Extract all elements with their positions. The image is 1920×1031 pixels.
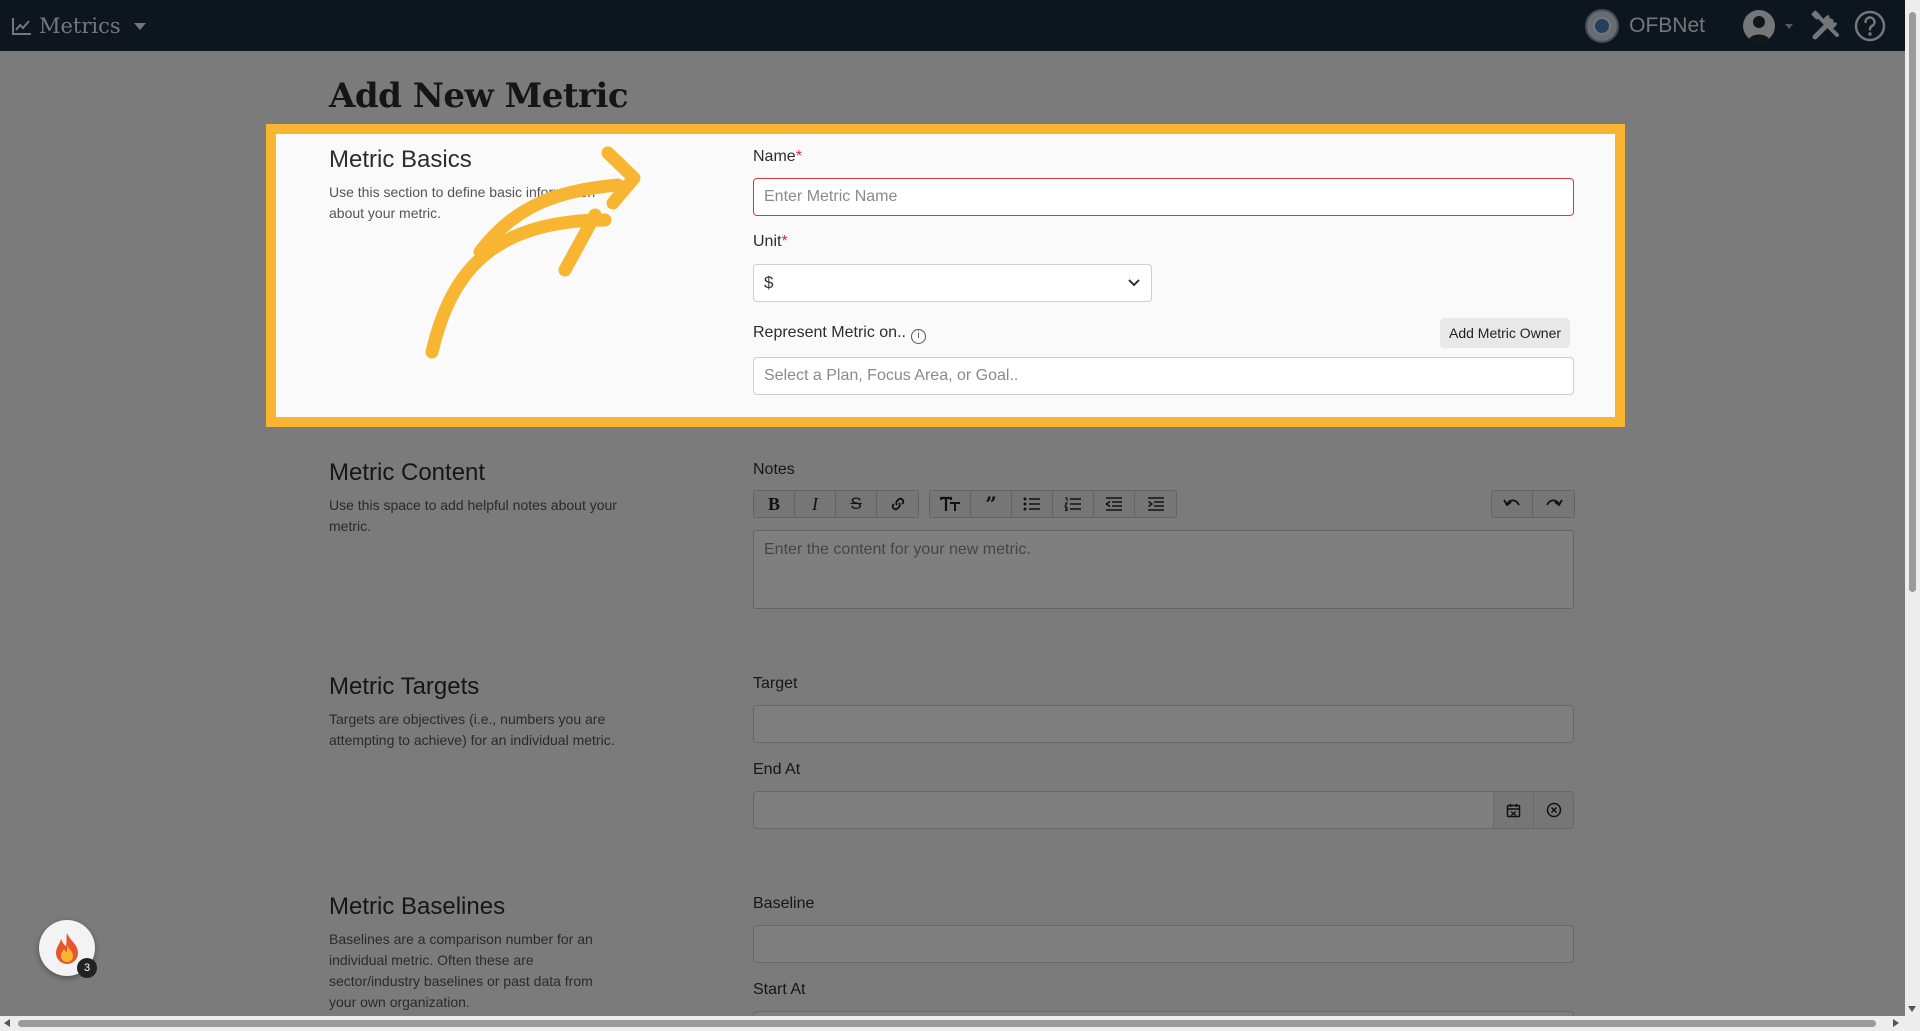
indent-icon bbox=[1147, 497, 1164, 511]
line-chart-icon bbox=[12, 18, 31, 35]
name-label: Name* bbox=[753, 148, 802, 166]
org-logo[interactable] bbox=[1585, 9, 1620, 43]
org-badge-icon bbox=[1593, 17, 1612, 35]
info-icon[interactable]: i bbox=[910, 329, 926, 344]
baseline-label: Baseline bbox=[753, 895, 815, 912]
section-title-content: Metric Content bbox=[329, 459, 486, 486]
vertical-scrollbar-thumb[interactable] bbox=[1909, 12, 1916, 592]
quote-button[interactable]: ” bbox=[971, 491, 1012, 517]
section-desc-content: Use this space to add helpful notes abou… bbox=[329, 497, 617, 534]
scroll-right-arrow-icon[interactable] bbox=[1893, 1019, 1899, 1027]
italic-button[interactable]: I bbox=[795, 491, 836, 517]
start-at-label: Start At bbox=[753, 981, 806, 998]
required-mark: * bbox=[781, 233, 788, 250]
unit-select-value: $ bbox=[764, 273, 774, 292]
represent-metric-input[interactable] bbox=[753, 357, 1574, 395]
clear-date-button[interactable] bbox=[1533, 792, 1573, 828]
history-toolbar bbox=[1491, 490, 1575, 518]
strikethrough-button[interactable]: S bbox=[836, 491, 877, 517]
name-label-text: Name bbox=[753, 148, 796, 165]
dim-overlay-left bbox=[0, 124, 266, 427]
curved-arrow-annotation bbox=[425, 146, 641, 359]
calendar-icon bbox=[1506, 803, 1521, 817]
metric-name-input[interactable] bbox=[753, 178, 1574, 216]
format-toolbar-1: B I S bbox=[753, 490, 919, 518]
unit-label-text: Unit bbox=[753, 233, 782, 250]
heading-button[interactable] bbox=[930, 491, 971, 517]
target-input[interactable] bbox=[753, 705, 1574, 743]
flame-icon bbox=[56, 933, 78, 964]
app-name: Metrics bbox=[39, 14, 121, 38]
scroll-down-arrow-icon[interactable] bbox=[1908, 1006, 1916, 1012]
section-desc-targets: Targets are objectives (i.e., numbers yo… bbox=[329, 711, 615, 748]
link-button[interactable] bbox=[877, 491, 918, 517]
section-title-targets: Metric Targets bbox=[329, 673, 480, 700]
represent-label-text: Represent Metric on.. bbox=[753, 324, 906, 341]
outdent-icon bbox=[1105, 497, 1122, 511]
redo-icon bbox=[1545, 499, 1563, 507]
unit-label: Unit* bbox=[753, 233, 788, 251]
horizontal-scrollbar[interactable] bbox=[0, 1016, 1905, 1031]
dim-overlay-right bbox=[1625, 124, 1920, 427]
bold-button[interactable]: B bbox=[754, 491, 795, 517]
section-desc-baselines: Baselines are a comparison number for an… bbox=[329, 931, 593, 1010]
notes-editor[interactable]: Enter the content for your new metric. bbox=[753, 530, 1574, 609]
streak-widget[interactable]: 3 bbox=[39, 920, 97, 978]
baseline-input[interactable] bbox=[753, 925, 1574, 963]
represent-label: Represent Metric on.. i bbox=[753, 324, 926, 344]
redo-button[interactable] bbox=[1533, 491, 1574, 517]
streak-count-badge: 3 bbox=[77, 958, 97, 978]
chevron-down-icon bbox=[133, 22, 146, 30]
vertical-scrollbar[interactable] bbox=[1905, 0, 1920, 1031]
org-name[interactable]: OFBNet bbox=[1629, 14, 1705, 38]
avatar[interactable] bbox=[1743, 10, 1775, 42]
outdent-button[interactable] bbox=[1094, 491, 1135, 517]
notes-label: Notes bbox=[753, 461, 795, 478]
scroll-left-arrow-icon[interactable] bbox=[4, 1019, 10, 1027]
page-title: Add New Metric bbox=[329, 76, 629, 116]
link-icon bbox=[891, 497, 904, 511]
horizontal-scrollbar-thumb[interactable] bbox=[18, 1020, 1876, 1027]
user-silhouette-icon bbox=[1748, 16, 1770, 42]
bullet-list-button[interactable] bbox=[1012, 491, 1053, 517]
clear-circle-icon bbox=[1546, 802, 1561, 818]
calendar-button[interactable] bbox=[1493, 792, 1533, 828]
indent-button[interactable] bbox=[1135, 491, 1176, 517]
app-switcher[interactable]: Metrics bbox=[12, 12, 146, 40]
tools-icon[interactable] bbox=[1809, 9, 1843, 43]
target-label: Target bbox=[753, 675, 798, 692]
undo-button[interactable] bbox=[1492, 491, 1533, 517]
unit-select[interactable]: $ bbox=[753, 264, 1152, 302]
chevron-down-icon[interactable] bbox=[1785, 23, 1793, 29]
chevron-down-icon bbox=[1128, 279, 1140, 287]
required-mark: * bbox=[795, 148, 802, 165]
text-size-icon bbox=[940, 496, 960, 511]
numbered-list-button[interactable] bbox=[1053, 491, 1094, 517]
end-at-label: End At bbox=[753, 761, 801, 778]
end-at-field[interactable] bbox=[754, 792, 1493, 828]
bullet-list-icon bbox=[1023, 497, 1040, 511]
top-navbar: Metrics OFBNet bbox=[0, 0, 1905, 51]
help-icon[interactable] bbox=[1853, 9, 1887, 43]
format-toolbar-2: ” bbox=[929, 490, 1177, 518]
end-at-date-input[interactable] bbox=[753, 791, 1574, 829]
section-title-baselines: Metric Baselines bbox=[329, 893, 506, 920]
add-metric-owner-button[interactable]: Add Metric Owner bbox=[1440, 318, 1571, 348]
numbered-list-icon bbox=[1064, 497, 1081, 511]
undo-icon bbox=[1503, 499, 1520, 507]
